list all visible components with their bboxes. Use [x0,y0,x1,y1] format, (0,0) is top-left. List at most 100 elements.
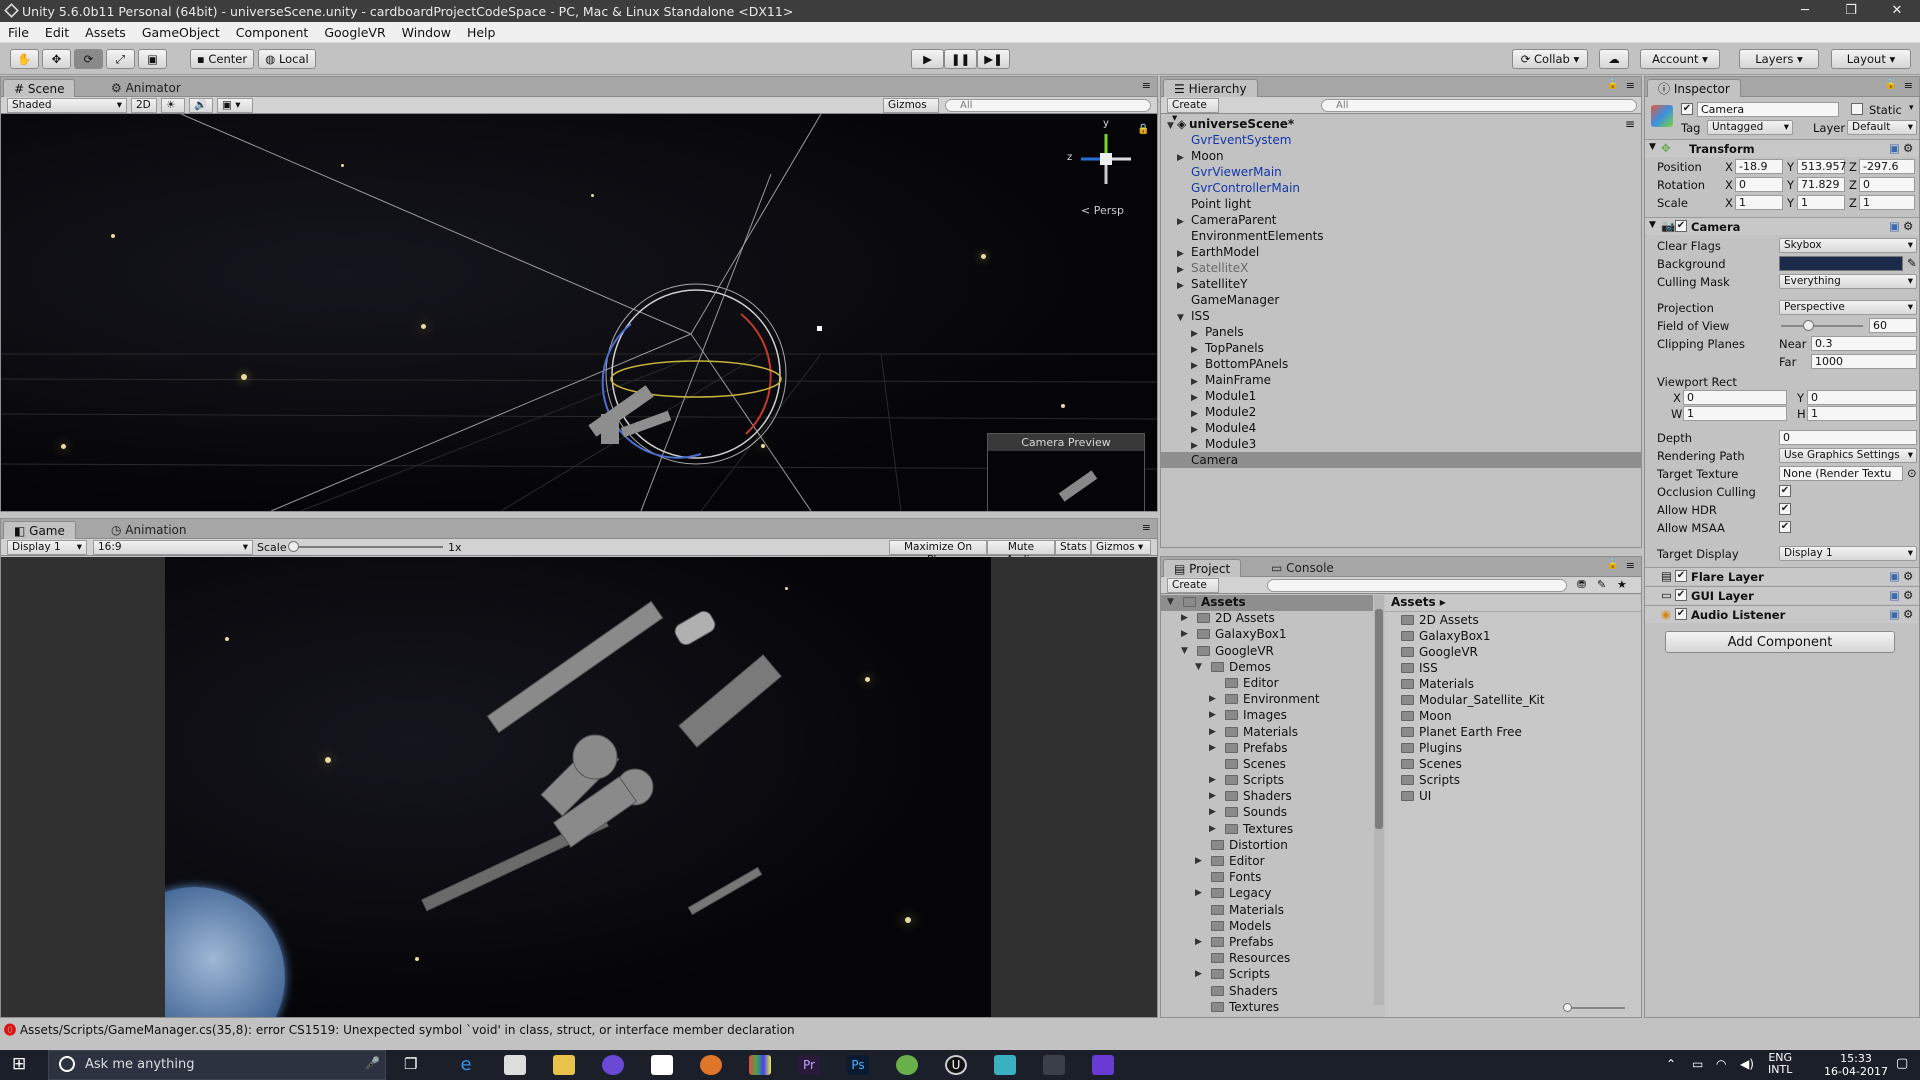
clear-flags-dropdown[interactable]: Skybox ▾ [1779,238,1917,253]
project-folder-editor[interactable]: Editor [1161,676,1373,692]
far-field[interactable]: 1000 [1811,354,1917,369]
asset-item-iss[interactable]: ISS [1385,661,1641,677]
tab-scene[interactable]: # Scene [3,79,76,97]
maximize-button[interactable]: ❐ [1828,0,1874,22]
project-folder-galaxybox1[interactable]: ▶ GalaxyBox1 [1161,627,1373,643]
volume-icon[interactable]: ◀) [1740,1057,1754,1071]
position-x-field[interactable]: -18.9 [1735,159,1783,174]
hierarchy-item-cameraparent[interactable]: ▶ CameraParent [1161,212,1641,228]
office-icon[interactable] [749,1055,771,1075]
folder-expand-arrow-icon[interactable]: ▶ [1195,937,1202,947]
battery-icon[interactable]: ▭ [1692,1057,1703,1071]
app-teal-icon[interactable] [994,1055,1016,1075]
folder-expand-arrow-icon[interactable]: ▶ [1195,888,1202,898]
hand-tool-icon[interactable]: ✋ [10,49,39,69]
project-folder-iss[interactable]: ▶ISS [1161,1016,1373,1017]
android-icon[interactable] [896,1055,918,1075]
eyedropper-icon[interactable]: ✎ [1907,256,1917,270]
scene-search-input[interactable]: All [945,99,1151,112]
folder-expand-arrow-icon[interactable]: ▶ [1209,791,1216,801]
pause-button[interactable]: ❚❚ [944,49,977,69]
task-view-icon[interactable]: ❐ [404,1055,417,1073]
scale-tool-icon[interactable]: ⤢ [106,49,135,69]
layout-dropdown[interactable]: Layout ▾ [1831,49,1911,69]
background-color-swatch[interactable] [1779,256,1903,271]
filter-label-icon[interactable]: ✎ [1597,578,1606,591]
project-tree-scrollbar[interactable] [1374,595,1384,1005]
effects-icon[interactable]: ▣ ▾ [217,98,253,113]
unity-taskbar-icon[interactable] [651,1055,673,1075]
windows-start-icon[interactable]: ⊞ [12,1054,26,1074]
project-folder-materials[interactable]: Materials [1161,903,1373,919]
folder-expand-arrow-icon[interactable]: ▼ [1181,646,1188,656]
folder-expand-arrow-icon[interactable]: ▶ [1181,629,1188,639]
scene-menu-icon[interactable]: ≡ [1625,116,1635,132]
file-explorer-icon[interactable] [553,1055,575,1075]
asset-item-materials[interactable]: Materials [1385,677,1641,693]
language-indicator[interactable]: ENG INTL [1768,1052,1792,1076]
pivot-local-button[interactable]: ◍ Local [258,49,316,69]
hierarchy-item-module3[interactable]: ▶ Module3 [1161,436,1641,452]
hierarchy-item-mainframe[interactable]: ▶ MainFrame [1161,372,1641,388]
asset-item-googlevr[interactable]: GoogleVR [1385,645,1641,661]
hierarchy-item-iss[interactable]: ▼ ISS [1161,308,1641,324]
project-folder-prefabs[interactable]: ▶ Prefabs [1161,741,1373,757]
asset-item-ui[interactable]: UI [1385,789,1641,805]
asset-item-galaxybox1[interactable]: GalaxyBox1 [1385,629,1641,645]
unreal-icon[interactable]: U [945,1055,967,1075]
menu-gameobject[interactable]: GameObject [134,25,228,40]
close-button[interactable]: ✕ [1874,0,1920,22]
assets-breadcrumb[interactable]: Assets ▸ [1385,595,1641,612]
project-folder-editor[interactable]: ▶ Editor [1161,854,1373,870]
edge-icon[interactable]: e [455,1055,477,1075]
asset-item-modular-satellite-kit[interactable]: Modular_Satellite_Kit [1385,693,1641,709]
hierarchy-item-environmentelements[interactable]: EnvironmentElements [1161,228,1641,244]
projection-dropdown[interactable]: Perspective ▾ [1779,300,1917,315]
visual-studio-icon[interactable] [1092,1055,1114,1075]
asset-item-plugins[interactable]: Plugins [1385,741,1641,757]
project-folder-shaders[interactable]: ▶ Shaders [1161,789,1373,805]
fov-field[interactable]: 60 [1869,318,1917,333]
project-folder-shaders[interactable]: Shaders [1161,984,1373,1000]
app-purple-icon[interactable] [602,1055,624,1075]
photoshop-icon[interactable]: Ps [847,1055,869,1075]
firefox-icon[interactable] [700,1055,722,1075]
folder-expand-arrow-icon[interactable]: ▶ [1209,743,1216,753]
menu-window[interactable]: Window [394,25,459,40]
aspect-dropdown[interactable]: 16:9 ▾ [93,540,253,555]
2d-toggle[interactable]: 2D [131,98,157,113]
project-folder-2d-assets[interactable]: ▶ 2D Assets [1161,611,1373,627]
project-folder-legacy[interactable]: ▶ Legacy [1161,886,1373,902]
menu-assets[interactable]: Assets [77,25,134,40]
viewport-x-field[interactable]: 0 [1683,390,1787,405]
scene-root-row[interactable]: ▼ ◈ universeScene* ≡ [1161,116,1641,132]
project-lock-icon[interactable]: 🔒 [1607,559,1619,570]
target-display-dropdown[interactable]: Display 1 ▾ [1779,546,1917,561]
rotation-z-field[interactable]: 0 [1859,177,1915,192]
viewport-y-field[interactable]: 0 [1807,390,1917,405]
audio-listener-header[interactable]: ◉ ✔ Audio Listener ▣ ⚙ [1645,605,1919,623]
project-folder-googlevr[interactable]: ▼ GoogleVR [1161,644,1373,660]
project-folder-distortion[interactable]: Distortion [1161,838,1373,854]
audio-icon[interactable]: 🔊 [189,98,213,113]
depth-field[interactable]: 0 [1779,430,1917,445]
gui-settings-icon[interactable]: ⚙ [1903,588,1913,602]
icon-size-slider[interactable] [1563,1003,1625,1012]
hierarchy-item-module2[interactable]: ▶ Module2 [1161,404,1641,420]
fov-slider-thumb[interactable] [1803,320,1815,331]
hierarchy-item-module1[interactable]: ▶ Module1 [1161,388,1641,404]
hierarchy-search-input[interactable]: All [1321,99,1637,112]
filter-type-icon[interactable]: ⛃ [1577,578,1586,591]
transform-settings-icon[interactable]: ⚙ [1903,141,1913,155]
gui-help-icon[interactable]: ▣ [1889,588,1900,602]
static-dropdown-icon[interactable]: ▾ [1909,103,1914,113]
position-y-field[interactable]: 513.957 [1797,159,1847,174]
game-panel-menu-icon[interactable]: ≡ [1142,521,1151,534]
scale-slider-thumb[interactable] [288,541,299,552]
flare-layer-checkbox[interactable]: ✔ [1675,570,1687,582]
account-dropdown[interactable]: Account ▾ [1640,49,1720,69]
camera-settings-icon[interactable]: ⚙ [1903,219,1913,233]
asset-item-moon[interactable]: Moon [1385,709,1641,725]
tab-animator[interactable]: ⚙ Animator [101,79,191,97]
project-search-input[interactable] [1267,579,1567,592]
